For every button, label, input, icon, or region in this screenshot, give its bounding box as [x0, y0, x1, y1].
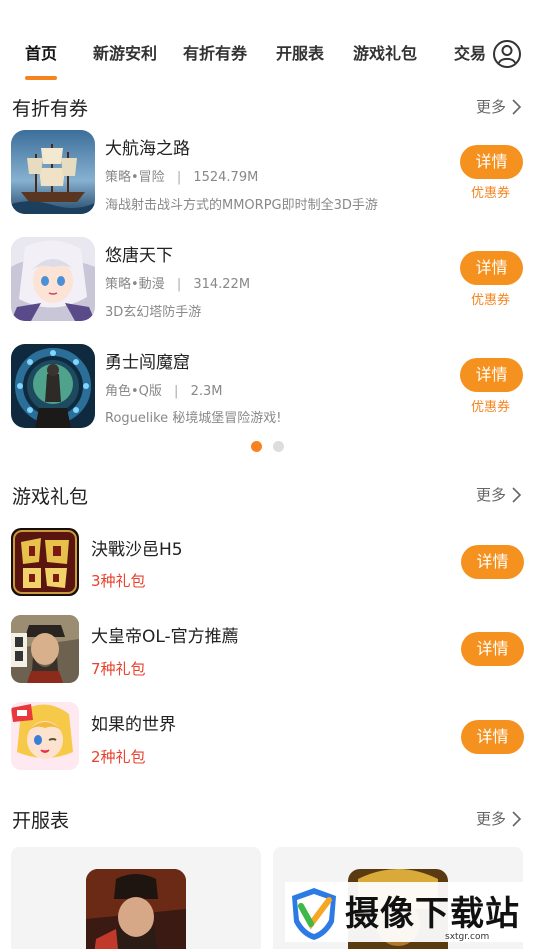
coupon-section-title: 有折有券 [12, 98, 89, 120]
coupon-more-link[interactable]: 更多 [476, 96, 522, 117]
game-description: Roguelike 秘境城堡冒险游戏! [105, 411, 282, 426]
game-icon-emperor[interactable] [11, 615, 79, 683]
server-more-link[interactable]: 更多 [476, 808, 522, 829]
game-name: 決戰沙邑H5 [91, 540, 183, 560]
chevron-right-icon [512, 98, 522, 115]
tab-server-list[interactable]: 开服表 [276, 40, 324, 64]
watermark-url: sxtgr.com [445, 932, 490, 942]
game-meta: 策略•冒险 | 1524.79M [105, 166, 258, 185]
detail-button[interactable]: 详情 [461, 632, 524, 666]
gift-count: 7种礼包 [91, 660, 146, 678]
chevron-right-icon [512, 810, 522, 827]
game-meta: 策略•動漫 | 314.22M [105, 273, 250, 292]
game-size: 1524.79M [193, 170, 259, 185]
more-label: 更多 [475, 810, 506, 828]
game-genre: 策略•冒险 [105, 170, 165, 185]
game-icon-sailing-ship[interactable] [11, 130, 95, 214]
game-icon-anime-girl[interactable] [11, 237, 95, 321]
tab-strip: 首页 新游安利 有折有券 开服表 游戏礼包 交易 [0, 40, 488, 70]
shield-logo-icon [289, 886, 339, 942]
game-icon-legend[interactable] [11, 528, 79, 596]
coupon-tag: 优惠券 [471, 293, 511, 308]
game-size: 314.22M [193, 277, 251, 292]
detail-button[interactable]: 详情 [460, 145, 523, 179]
gift-more-link[interactable]: 更多 [476, 484, 522, 505]
tab-home[interactable]: 首页 [25, 40, 57, 64]
tab-new-games[interactable]: 新游安利 [93, 40, 157, 64]
game-size: 2.3M [190, 384, 223, 399]
game-icon-warrior-portal[interactable] [11, 344, 95, 428]
game-icon-if-world[interactable] [11, 702, 79, 770]
tab-discounts[interactable]: 有折有券 [183, 40, 247, 64]
detail-button[interactable]: 详情 [460, 358, 523, 392]
meta-separator: | [176, 170, 182, 185]
pager-dot[interactable] [273, 441, 284, 452]
more-label: 更多 [475, 486, 506, 504]
more-label: 更多 [475, 98, 506, 116]
meta-separator: | [174, 384, 179, 399]
watermark-text: 摄像下载站 [345, 894, 520, 934]
detail-button[interactable]: 详情 [461, 545, 524, 579]
server-card[interactable] [11, 847, 261, 949]
chevron-right-icon [512, 486, 522, 503]
detail-button[interactable]: 详情 [460, 251, 523, 285]
gift-count: 2种礼包 [91, 748, 146, 766]
game-genre: 策略•動漫 [105, 277, 165, 292]
coupon-tag: 优惠券 [471, 400, 511, 415]
coupon-tag: 优惠券 [471, 186, 511, 201]
tab-trade[interactable]: 交易 [454, 40, 486, 64]
game-genre: 角色•Q版 [105, 384, 162, 399]
game-name: 悠唐天下 [105, 246, 173, 266]
game-description: 海战射击战斗方式的MMORPG即时制全3D手游 [105, 198, 378, 213]
detail-button[interactable]: 详情 [461, 720, 524, 754]
active-tab-indicator [25, 76, 57, 80]
game-icon-general [86, 869, 186, 949]
tab-gift-packs[interactable]: 游戏礼包 [353, 40, 417, 64]
game-name: 大航海之路 [105, 139, 190, 159]
pager-dot-active[interactable] [251, 441, 262, 452]
user-icon[interactable] [492, 39, 522, 69]
game-description: 3D玄幻塔防手游 [105, 305, 202, 320]
top-tab-bar: 首页 新游安利 有折有券 开服表 游戏礼包 交易 [0, 0, 534, 90]
gift-count: 3种礼包 [91, 572, 146, 590]
game-name: 勇士闯魔窟 [105, 353, 190, 373]
server-section-title: 开服表 [12, 810, 70, 832]
gift-section-title: 游戏礼包 [12, 486, 89, 508]
game-name: 大皇帝OL-官方推薦 [91, 627, 239, 647]
watermark: 摄像下载站 sxtgr.com [285, 882, 525, 942]
game-meta: 角色•Q版 | 2.3M [105, 380, 222, 399]
meta-separator: | [176, 277, 182, 292]
game-name: 如果的世界 [91, 715, 176, 735]
